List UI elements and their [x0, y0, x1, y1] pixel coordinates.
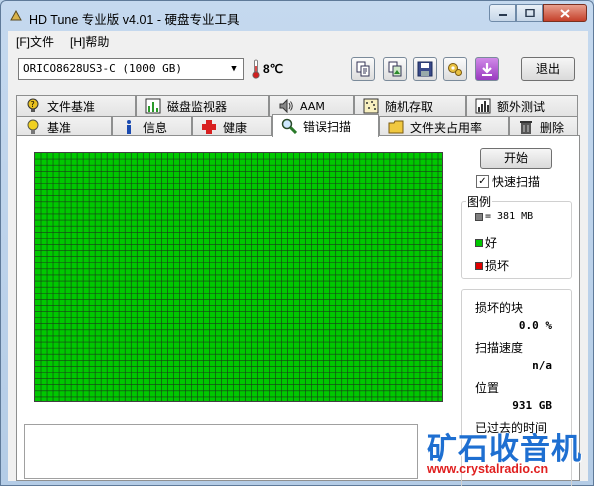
- app-window: HD Tune 专业版 v4.01 - 硬盘专业工具 [F]文件 [H]帮助 O…: [0, 0, 594, 486]
- save-button[interactable]: [413, 57, 437, 81]
- damaged-blocks-label: 损坏的块: [475, 301, 524, 315]
- client-area: [F]文件 [H]帮助 ORICO8628US3-C (1000 GB) ▼ 8…: [8, 31, 588, 486]
- tab-folder-usage[interactable]: 文件夹占用率: [379, 116, 509, 137]
- download-icon: [482, 63, 492, 76]
- chevron-down-icon[interactable]: ▼: [227, 61, 241, 77]
- options-icon: [448, 63, 462, 76]
- health-cross-icon: [202, 120, 216, 134]
- legend-block-size-value: = 381 MB: [485, 211, 534, 222]
- minimize-icon: [498, 14, 507, 16]
- magnifier-icon: [281, 118, 297, 134]
- toolbar: ORICO8628US3-C (1000 GB) ▼ 8℃ 退出: [8, 53, 588, 87]
- extra-tests-icon: [475, 98, 491, 114]
- copy-screenshot-icon: [388, 61, 402, 77]
- lightbulb-icon: [27, 119, 39, 134]
- scan-grid-background: [35, 153, 442, 401]
- scan-speed-value: n/a: [532, 359, 552, 372]
- tab-extra-tests[interactable]: 额外测试: [466, 95, 578, 116]
- app-logo-icon: [10, 10, 22, 21]
- bad-swatch: [475, 261, 483, 270]
- damaged-blocks-value: 0.0 %: [518, 319, 552, 332]
- tab-label: 错误扫描: [303, 119, 352, 134]
- info-icon: [127, 120, 131, 134]
- maximize-button[interactable]: [516, 4, 543, 22]
- window-title: HD Tune 专业版 v4.01 - 硬盘专业工具: [29, 13, 240, 27]
- tab-label: 信息: [143, 120, 168, 135]
- close-button[interactable]: [543, 4, 587, 22]
- tab-label: 文件夹占用率: [410, 120, 483, 135]
- legend-good-label: 好: [485, 236, 498, 250]
- thermometer-icon: [252, 59, 260, 79]
- file-benchmark-icon: ?: [27, 98, 39, 112]
- copy-text-icon: [356, 61, 370, 77]
- tab-label: 基准: [47, 120, 72, 135]
- tab-disk-monitor[interactable]: 磁盘监视器: [136, 95, 269, 116]
- copy-text-button[interactable]: [351, 57, 375, 81]
- quick-scan-checkbox[interactable]: ✓: [476, 175, 489, 188]
- good-swatch: [475, 238, 483, 247]
- tab-label: 磁盘监视器: [167, 99, 228, 114]
- random-access-icon: [363, 98, 379, 114]
- tab-file-benchmark[interactable]: ? 文件基准: [16, 95, 136, 116]
- legend-bad: 损坏: [475, 257, 509, 274]
- exit-button[interactable]: 退出: [521, 57, 575, 81]
- quick-scan-label: 快速扫描: [492, 175, 541, 189]
- tab-erase[interactable]: 删除: [509, 116, 578, 137]
- tab-label: 额外测试: [497, 99, 546, 114]
- options-button[interactable]: [443, 57, 467, 81]
- folder-icon: [388, 120, 404, 134]
- quick-scan-option[interactable]: ✓ 快速扫描: [476, 173, 540, 190]
- speaker-icon: [279, 98, 293, 114]
- start-button[interactable]: 开始: [480, 148, 552, 169]
- drive-select-value: ORICO8628US3-C (1000 GB): [23, 62, 182, 75]
- drive-select[interactable]: ORICO8628US3-C (1000 GB) ▼: [18, 58, 244, 80]
- legend-title: 图例: [466, 193, 493, 210]
- tab-label: 文件基准: [47, 99, 96, 114]
- menu-help[interactable]: [H]帮助: [62, 33, 117, 50]
- temperature-readout: 8℃: [263, 62, 284, 76]
- scan-block-grid: [34, 152, 443, 402]
- tab-aam[interactable]: AAM: [269, 95, 354, 116]
- position-value: 931 GB: [512, 399, 552, 412]
- disk-monitor-icon: [145, 98, 161, 114]
- menu-file[interactable]: [F]文件: [8, 33, 62, 50]
- minimize-button[interactable]: [489, 4, 516, 22]
- legend-good: 好: [475, 234, 497, 251]
- tab-label: 健康: [223, 120, 248, 135]
- legend-block-size: = 381 MB: [475, 211, 533, 222]
- elapsed-time-label: 已过去的时间: [475, 421, 548, 435]
- tab-label: 删除: [540, 120, 565, 135]
- tab-benchmark[interactable]: 基准: [16, 116, 112, 137]
- copy-screenshot-button[interactable]: [383, 57, 407, 81]
- download-button[interactable]: [475, 57, 499, 81]
- maximize-icon: [524, 9, 535, 17]
- trash-icon: [520, 121, 532, 134]
- tab-info[interactable]: 信息: [112, 116, 192, 137]
- position-label: 位置: [475, 381, 500, 395]
- scan-speed-label: 扫描速度: [475, 341, 524, 355]
- save-icon: [417, 61, 433, 77]
- tab-label: 随机存取: [385, 99, 434, 114]
- block-swatch: [475, 212, 483, 221]
- tab-error-scan[interactable]: 错误扫描: [272, 114, 379, 137]
- menu-bar: [F]文件 [H]帮助: [8, 31, 588, 51]
- scan-log-box[interactable]: [24, 424, 418, 479]
- legend-bad-label: 损坏: [485, 259, 510, 273]
- title-bar[interactable]: HD Tune 专业版 v4.01 - 硬盘专业工具: [1, 1, 593, 31]
- tab-label: AAM: [300, 99, 325, 113]
- tab-health[interactable]: 健康: [192, 116, 272, 137]
- close-icon: [560, 8, 570, 18]
- tab-random-access[interactable]: 随机存取: [354, 95, 466, 116]
- svg-text:?: ?: [31, 100, 35, 109]
